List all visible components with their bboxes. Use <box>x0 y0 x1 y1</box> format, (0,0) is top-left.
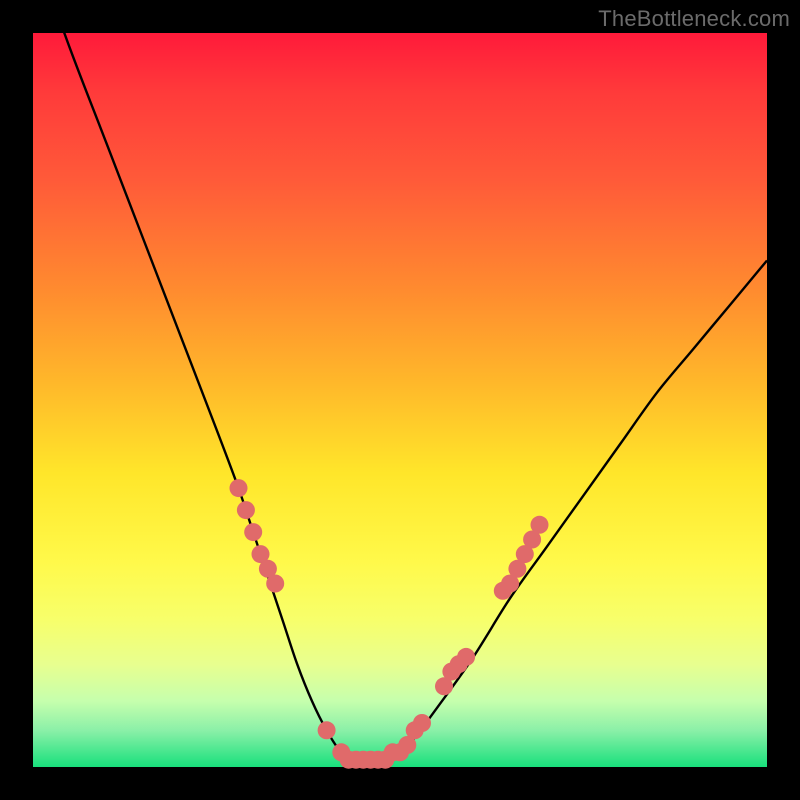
marker-layer <box>230 479 549 769</box>
data-marker <box>318 721 336 739</box>
chart-frame: TheBottleneck.com <box>0 0 800 800</box>
data-marker <box>230 479 248 497</box>
data-marker <box>531 516 549 534</box>
data-marker <box>237 501 255 519</box>
data-marker <box>413 714 431 732</box>
data-marker <box>266 575 284 593</box>
data-marker <box>457 648 475 666</box>
bottleneck-curve <box>33 0 767 760</box>
watermark-text: TheBottleneck.com <box>598 6 790 32</box>
data-marker <box>244 523 262 541</box>
chart-overlay <box>33 33 767 767</box>
